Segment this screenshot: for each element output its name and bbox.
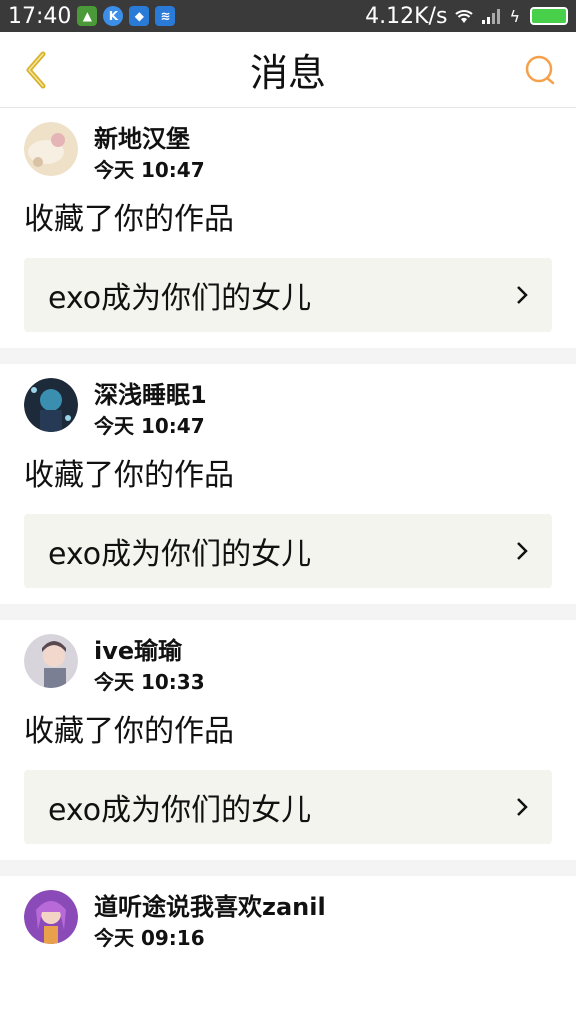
wifi-icon (455, 10, 474, 23)
status-time: 17:40 (8, 3, 72, 29)
message-time: 今天 10:33 (94, 670, 205, 694)
work-link[interactable]: exo成为你们的女儿 (24, 514, 552, 588)
app-notification-icon: ▲ (77, 6, 98, 26)
action-text: 收藏了你的作品 (24, 202, 234, 237)
work-title: exo成为你们的女儿 (48, 281, 312, 316)
back-button[interactable] (16, 50, 56, 90)
status-bar-right: 4.12K/s ϟ (365, 4, 568, 29)
user-meta: 新地汉堡 今天 10:47 (94, 122, 205, 184)
message-card: 道听途说我喜欢zanil 今天 09:16 (0, 876, 576, 968)
avatar[interactable] (24, 122, 78, 176)
network-speed: 4.12K/s (365, 3, 448, 29)
action-text: 收藏了你的作品 (24, 714, 234, 749)
user-name[interactable]: 道听途说我喜欢zanil (94, 890, 326, 924)
message-card: 新地汉堡 今天 10:47 收藏了你的作品 exo成为你们的女儿 (0, 108, 576, 348)
action-text: 收藏了你的作品 (24, 458, 234, 493)
page-title: 消息 (249, 51, 326, 95)
top-nav-bar: 消息 (0, 32, 576, 108)
section-divider (0, 348, 576, 364)
user-name[interactable]: ive瑜瑜 (94, 634, 205, 668)
user-row: 深浅睡眠1 今天 10:47 (24, 378, 552, 440)
work-title: exo成为你们的女儿 (48, 537, 312, 572)
user-meta: 深浅睡眠1 今天 10:47 (94, 378, 207, 440)
signal-icon (482, 9, 501, 24)
work-title: exo成为你们的女儿 (48, 793, 312, 828)
message-time: 今天 10:47 (94, 414, 205, 438)
user-row: ive瑜瑜 今天 10:33 (24, 634, 552, 696)
status-bar: 17:40 ▲ K ◆ ≋ 4.12K/s ϟ (0, 0, 576, 32)
section-divider (0, 860, 576, 876)
chevron-right-icon (517, 286, 528, 304)
k-app-icon: K (103, 6, 124, 26)
message-card: 深浅睡眠1 今天 10:47 收藏了你的作品 exo成为你们的女儿 (0, 364, 576, 604)
section-divider (0, 604, 576, 620)
user-name[interactable]: 深浅睡眠1 (94, 378, 207, 412)
user-row: 道听途说我喜欢zanil 今天 09:16 (24, 890, 552, 952)
message-time: 今天 09:16 (94, 926, 205, 950)
avatar[interactable] (24, 634, 78, 688)
work-link[interactable]: exo成为你们的女儿 (24, 770, 552, 844)
avatar[interactable] (24, 890, 78, 944)
shield-icon: ◆ (129, 6, 150, 26)
avatar[interactable] (24, 378, 78, 432)
chevron-right-icon (517, 798, 528, 816)
battery-icon (530, 7, 568, 25)
user-meta: ive瑜瑜 今天 10:33 (94, 634, 205, 696)
status-bar-left: 17:40 ▲ K ◆ ≋ (8, 3, 176, 29)
chevron-left-icon (26, 51, 46, 88)
hotspot-icon: ≋ (155, 6, 176, 26)
user-row: 新地汉堡 今天 10:47 (24, 122, 552, 184)
search-icon (525, 55, 555, 84)
chevron-right-icon (517, 542, 528, 560)
search-button[interactable] (520, 50, 560, 90)
work-link[interactable]: exo成为你们的女儿 (24, 258, 552, 332)
message-card: ive瑜瑜 今天 10:33 收藏了你的作品 exo成为你们的女儿 (0, 620, 576, 860)
message-time: 今天 10:47 (94, 158, 205, 182)
user-name[interactable]: 新地汉堡 (94, 122, 205, 156)
charging-icon: ϟ (509, 6, 520, 26)
user-meta: 道听途说我喜欢zanil 今天 09:16 (94, 890, 326, 952)
